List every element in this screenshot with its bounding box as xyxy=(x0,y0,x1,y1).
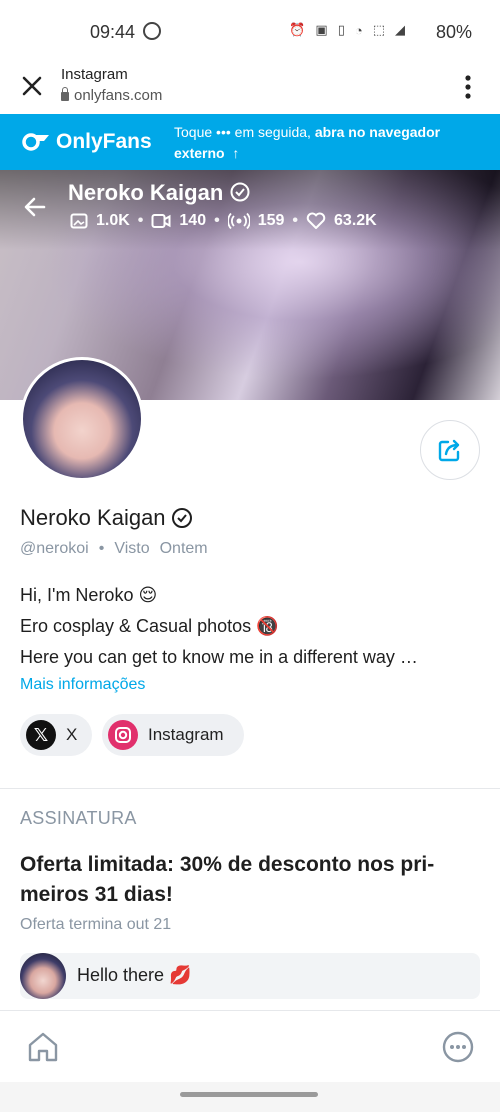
page-url: onlyfans.com xyxy=(61,87,162,104)
last-seen-label: Visto xyxy=(114,540,150,557)
share-button[interactable] xyxy=(420,420,480,480)
subscription-header: ASSINATURA xyxy=(20,808,137,828)
streams-count: 159 xyxy=(257,212,285,229)
dots-icon: ••• xyxy=(216,124,231,140)
banner-instruction: Toque ••• em seguida, abra no navegador … xyxy=(174,122,484,164)
alarm-icon: ⏰ xyxy=(289,22,306,37)
browser-toolbar: Instagram onlyfans.com xyxy=(0,64,500,114)
separator: • xyxy=(214,212,220,229)
profile-stats: 1.0K • 140 • 159 • 63.2K xyxy=(70,212,377,230)
more-vertical-icon xyxy=(465,75,471,99)
wifi-icon: ◔ xyxy=(354,22,363,38)
stream-icon xyxy=(227,212,250,230)
divider xyxy=(0,788,500,789)
creator-message: Hello there 💋 xyxy=(20,953,480,999)
photos-count: 1.0K xyxy=(96,212,130,229)
url-text: onlyfans.com xyxy=(74,87,163,104)
heart-icon xyxy=(306,212,326,229)
gesture-bar xyxy=(0,1082,500,1112)
instagram-icon xyxy=(108,720,138,750)
social-link-x[interactable]: 𝕏 X xyxy=(20,714,92,756)
social-link-label: Instagram xyxy=(148,725,224,744)
bio-line: Here you can get to know me in a differe… xyxy=(20,647,418,667)
separator: • xyxy=(137,212,144,229)
photo-icon xyxy=(70,213,88,229)
auto-icon: ▣ xyxy=(315,22,328,37)
close-button[interactable] xyxy=(18,72,46,100)
arrow-up-icon: ↑ xyxy=(228,145,240,161)
more-icon xyxy=(442,1031,474,1063)
likes-count: 63.2K xyxy=(334,212,377,229)
verified-icon xyxy=(171,508,192,528)
offer-title: Oferta limitada: 30% de desconto nos pri… xyxy=(20,853,435,906)
whatsapp-icon xyxy=(143,22,161,40)
banner-text-bold: abra no navegador xyxy=(314,124,441,140)
social-link-instagram[interactable]: Instagram xyxy=(102,714,244,756)
bottom-navigation xyxy=(0,1010,500,1083)
last-seen-value: Ontem xyxy=(159,540,208,557)
page-title: Instagram xyxy=(61,66,128,83)
share-icon xyxy=(438,439,460,462)
close-icon xyxy=(22,76,42,96)
status-time: 09:44 xyxy=(90,22,136,42)
profile-avatar[interactable] xyxy=(20,357,144,481)
profile-name: Neroko Kaigan xyxy=(20,505,194,531)
browser-menu-button[interactable] xyxy=(458,72,478,102)
verified-icon xyxy=(230,182,250,202)
message-avatar xyxy=(20,953,66,999)
profile-handle-row: @nerokoi • Visto Ontem xyxy=(20,540,208,558)
arrow-left-icon xyxy=(24,197,46,217)
onlyfans-logo-text: OnlyFans xyxy=(56,130,152,153)
separator: • xyxy=(98,540,105,557)
signal-icon: ◢ xyxy=(395,22,405,37)
home-button[interactable] xyxy=(25,1029,61,1065)
cover-name-text: Neroko Kaigan xyxy=(68,180,224,205)
x-icon: 𝕏 xyxy=(26,720,56,750)
banner-text-line2: externo xyxy=(174,145,225,161)
onlyfans-logo: OnlyFans xyxy=(22,130,152,154)
offer-expiry: Oferta termina out 21 xyxy=(20,916,172,933)
profile-bio: Hi, I'm Neroko 😌 Ero cosplay & Casual ph… xyxy=(20,580,490,673)
open-in-browser-banner[interactable]: OnlyFans Toque ••• em seguida, abra no n… xyxy=(0,114,500,170)
more-info-link[interactable]: Mais informações xyxy=(20,676,145,694)
status-bar: 09:44 ⏰ ▣ ▯ ◔ ⬚ ◢ 80% xyxy=(0,0,500,64)
volte-icon: ⬚ xyxy=(372,22,385,37)
back-button[interactable] xyxy=(22,194,48,220)
banner-text-2: em seguida, xyxy=(234,124,311,140)
separator: • xyxy=(292,212,299,229)
video-icon xyxy=(151,214,171,228)
message-text: Hello there 💋 xyxy=(77,965,192,985)
gesture-handle[interactable] xyxy=(180,1092,318,1097)
status-icons: ⏰ ▣ ▯ ◔ ⬚ ◢ xyxy=(289,22,405,38)
banner-text-1: Toque xyxy=(174,124,213,140)
lock-icon xyxy=(61,87,69,101)
cover-profile-name: Neroko Kaigan xyxy=(68,180,251,206)
bio-line: Ero cosplay & Casual photos 🔞 xyxy=(20,616,279,636)
vibrate-icon: ▯ xyxy=(337,22,345,37)
battery-level: 80% xyxy=(435,22,472,42)
bio-line: Hi, I'm Neroko 😌 xyxy=(20,585,158,605)
videos-count: 140 xyxy=(179,212,207,229)
onlyfans-logo-icon xyxy=(22,133,49,151)
more-button[interactable] xyxy=(440,1029,476,1065)
home-icon xyxy=(28,1032,58,1062)
social-link-label: X xyxy=(66,725,78,744)
profile-handle: @nerokoi xyxy=(20,540,89,557)
profile-name-text: Neroko Kaigan xyxy=(20,505,166,530)
